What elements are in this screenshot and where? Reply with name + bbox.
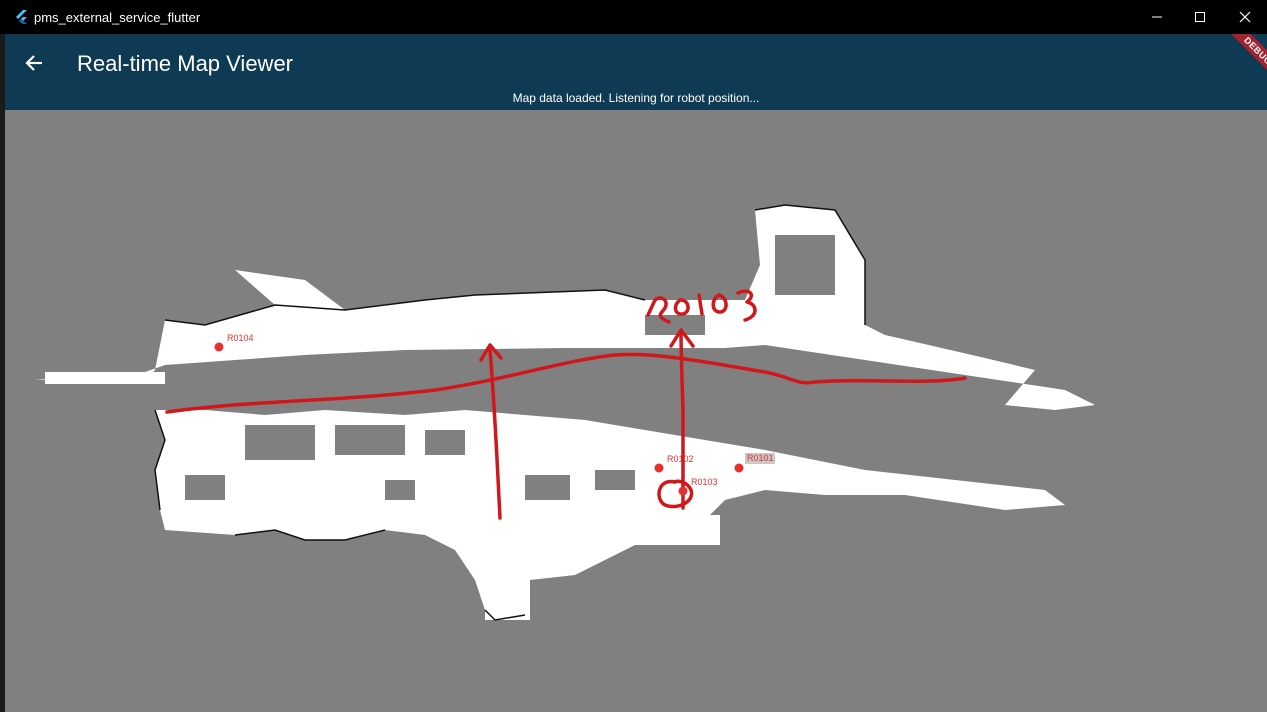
maximize-button[interactable] <box>1177 0 1223 34</box>
map-canvas[interactable]: R0104 R0102 R0101 R0103 <box>5 110 1267 712</box>
close-icon <box>1239 11 1251 23</box>
status-message: Map data loaded. Listening for robot pos… <box>512 91 760 105</box>
back-button[interactable] <box>19 48 49 78</box>
debug-banner: DEBUG <box>1214 34 1267 95</box>
minimize-button[interactable] <box>1134 0 1180 34</box>
room-marker-r0104[interactable] <box>214 342 224 352</box>
maximize-icon <box>1195 12 1205 22</box>
room-marker-r0102[interactable] <box>654 463 664 473</box>
minimize-icon <box>1152 16 1162 18</box>
app-bar: Real-time Map Viewer Map data loaded. Li… <box>5 34 1267 110</box>
arrow-back-icon <box>25 55 42 71</box>
room-marker-r0103[interactable] <box>678 486 688 496</box>
flutter-logo-icon <box>14 9 30 25</box>
room-label-r0104: R0104 <box>227 333 254 343</box>
window-title: pms_external_service_flutter <box>34 10 201 25</box>
window-titlebar: pms_external_service_flutter <box>0 0 1267 34</box>
room-label-r0101: R0101 <box>747 453 774 463</box>
occupancy-map[interactable]: R0104 R0102 R0101 R0103 <box>5 110 1267 712</box>
room-label-r0103: R0103 <box>691 477 718 487</box>
close-button[interactable] <box>1222 0 1267 34</box>
page-title: Real-time Map Viewer <box>77 51 294 76</box>
room-label-r0102: R0102 <box>667 454 694 464</box>
room-marker-r0101[interactable] <box>734 463 744 473</box>
